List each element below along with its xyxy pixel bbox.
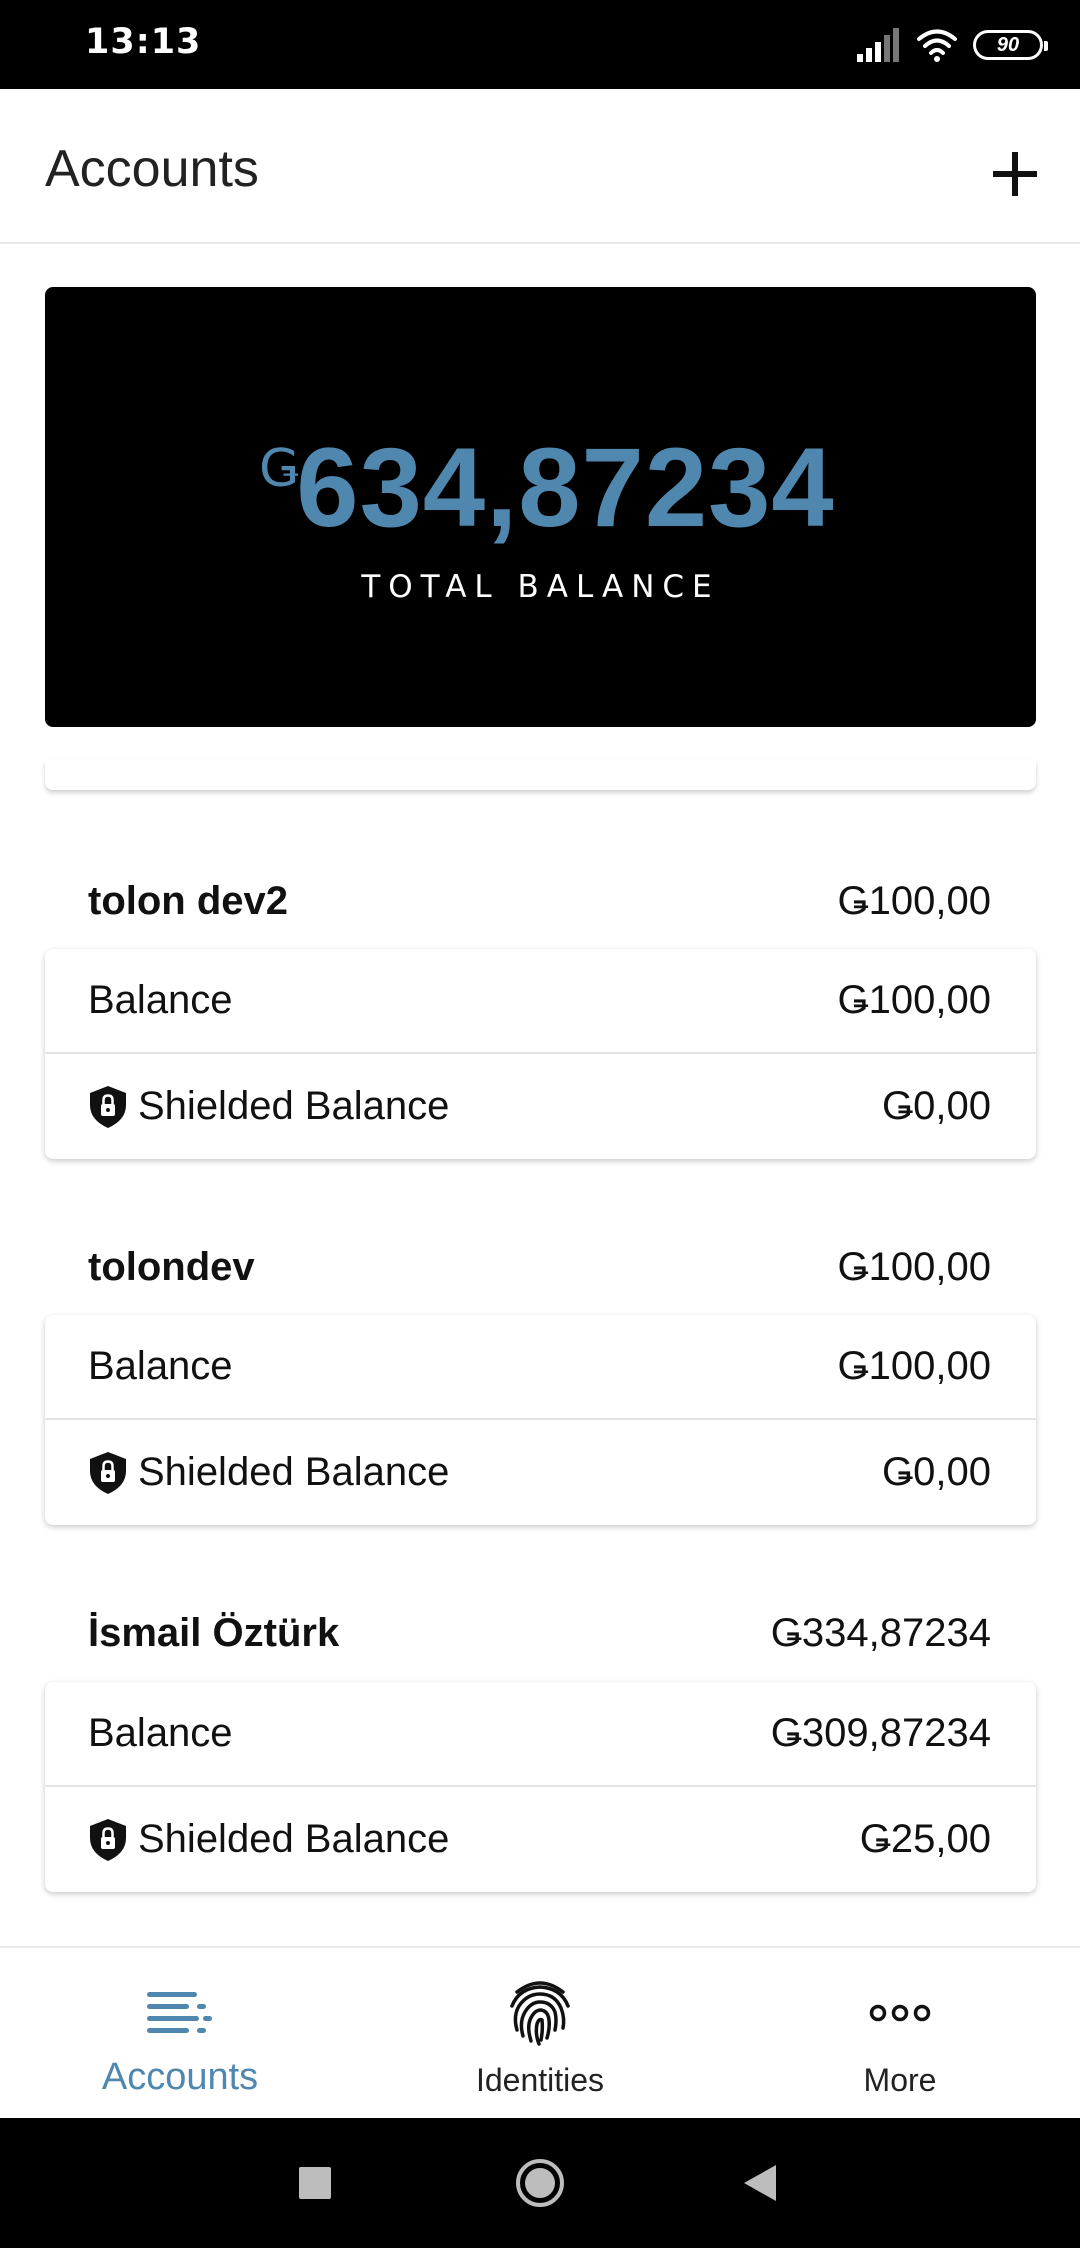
system-navigation-bar	[0, 2118, 1080, 2248]
account-total: Ǥ100,00	[837, 878, 991, 923]
account-name: İsmail Öztürk	[88, 1610, 340, 1655]
shielded-balance-label: Shielded Balance	[138, 1084, 450, 1128]
account-total: Ǥ100,00	[837, 1244, 991, 1289]
total-balance-amount: 634,87234	[296, 425, 835, 550]
account-header[interactable]: tolondev Ǥ100,00	[88, 1237, 991, 1297]
triangle-back-icon	[744, 2165, 776, 2201]
wifi-icon	[917, 29, 957, 62]
nav-label-accounts: Accounts	[101, 2056, 259, 2098]
nav-tab-identities[interactable]: Identities	[360, 1948, 720, 2120]
accounts-list-icon	[147, 1992, 212, 2033]
account-name: tolon dev2	[88, 878, 289, 923]
shield-lock-icon	[90, 1085, 126, 1128]
signal-icon	[857, 28, 899, 62]
nav-label-identities: Identities	[475, 2062, 605, 2098]
status-time: 13:13	[85, 22, 202, 62]
shielded-balance-row: Shielded Balance Ǥ25,00	[45, 1787, 1036, 1892]
balance-label: Balance	[88, 1344, 233, 1388]
balance-row: Balance Ǥ309,87234	[45, 1682, 1036, 1787]
balance-row: Balance Ǥ100,00	[45, 1315, 1036, 1420]
plus-icon	[993, 152, 1037, 196]
bottom-navigation: Accounts Identities More	[0, 1946, 1080, 2118]
total-balance-label: TOTAL BALANCE	[361, 569, 720, 605]
shielded-balance-value: Ǥ0,00	[882, 1084, 991, 1128]
total-balance-card: Ǥ 634,87234 TOTAL BALANCE	[45, 287, 1036, 727]
circle-icon	[516, 2159, 564, 2207]
nav-label-more: More	[863, 2062, 937, 2098]
shielded-balance-row: Shielded Balance Ǥ0,00	[45, 1054, 1036, 1159]
page-title: Accounts	[45, 140, 259, 198]
account-card[interactable]: Balance Ǥ100,00 Shielded Balance Ǥ0,00	[45, 1315, 1036, 1525]
balance-value: Ǥ100,00	[837, 978, 991, 1022]
home-button[interactable]	[505, 2148, 575, 2218]
account-card[interactable]: Balance Ǥ309,87234 Shielded Balance Ǥ25,…	[45, 1682, 1036, 1892]
shielded-balance-value: Ǥ0,00	[882, 1450, 991, 1494]
account-total: Ǥ334,87234	[770, 1610, 991, 1655]
shield-lock-icon	[90, 1451, 126, 1494]
shield-lock-icon	[90, 1818, 126, 1861]
status-icons: 90	[857, 24, 1048, 66]
balance-label: Balance	[88, 1711, 233, 1755]
shielded-balance-row: Shielded Balance Ǥ0,00	[45, 1420, 1036, 1525]
shielded-balance-label: Shielded Balance	[138, 1817, 450, 1861]
balance-value: Ǥ309,87234	[770, 1711, 991, 1755]
status-bar: 13:13 90	[0, 0, 1080, 89]
balance-label: Balance	[88, 978, 233, 1022]
account-card[interactable]: Balance Ǥ100,00 Shielded Balance Ǥ0,00	[45, 949, 1036, 1159]
add-account-button[interactable]	[975, 134, 1055, 214]
more-dots-icon	[869, 2004, 931, 2022]
app-header: Accounts	[0, 89, 1080, 244]
nav-tab-accounts[interactable]: Accounts	[0, 1948, 360, 2120]
app-screen: 13:13 90 Accounts Ǥ 634,87234 TOTAL BALA…	[0, 0, 1080, 2248]
square-icon	[299, 2167, 331, 2199]
account-header[interactable]: tolon dev2 Ǥ100,00	[88, 871, 991, 931]
account-name: tolondev	[88, 1244, 255, 1289]
nav-tab-more[interactable]: More	[720, 1948, 1080, 2120]
fingerprint-icon	[510, 1981, 570, 2046]
shielded-balance-label: Shielded Balance	[138, 1450, 450, 1494]
back-button[interactable]	[725, 2148, 795, 2218]
recents-button[interactable]	[280, 2148, 350, 2218]
balance-row: Balance Ǥ100,00	[45, 949, 1036, 1054]
shielded-balance-value: Ǥ25,00	[859, 1817, 991, 1861]
balance-value: Ǥ100,00	[837, 1344, 991, 1388]
battery-indicator: 90	[973, 30, 1048, 60]
account-header[interactable]: İsmail Öztürk Ǥ334,87234	[88, 1603, 991, 1663]
card-edge	[45, 760, 1036, 790]
